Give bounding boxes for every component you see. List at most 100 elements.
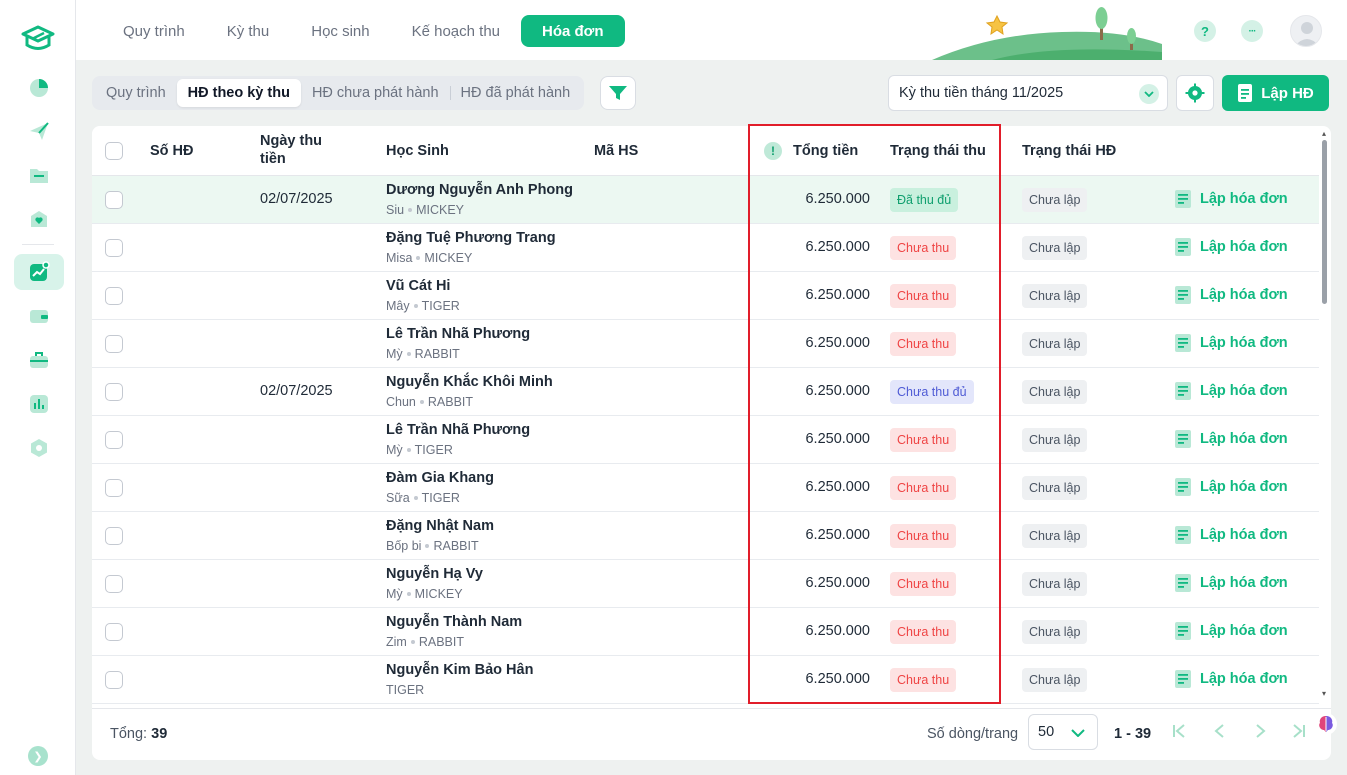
filter-button[interactable] <box>600 76 636 110</box>
sidebar-item-briefcase[interactable] <box>14 342 64 378</box>
row-checkbox[interactable] <box>105 527 123 545</box>
period-select-value: Kỳ thu tiền tháng 11/2025 <box>899 85 1064 101</box>
table-footer: Tổng: 39 Số dòng/trang 50 1 - 39 <box>92 708 1331 760</box>
help-icon[interactable]: ? <box>1194 20 1216 42</box>
create-invoice-link[interactable]: Lập hóa đơn <box>1174 381 1288 401</box>
subtab-quy-trinh[interactable]: Quy trình <box>95 79 177 107</box>
app-logo-icon[interactable] <box>20 24 56 56</box>
rows-per-page-select[interactable]: 50 <box>1028 714 1098 750</box>
scrollbar-thumb[interactable] <box>1322 140 1327 304</box>
period-select[interactable]: Kỳ thu tiền tháng 11/2025 <box>888 75 1168 111</box>
student-name[interactable]: Đặng Nhật Nam <box>386 518 494 534</box>
settings-button[interactable] <box>1176 75 1214 111</box>
table-row[interactable]: Nguyễn Hạ Vy Mỳ MICKEY 6.250.000 Chưa thu… <box>92 560 1319 608</box>
last-page-button[interactable] <box>1290 723 1308 743</box>
create-invoice-link[interactable]: Lập hóa đơn <box>1174 573 1288 593</box>
row-checkbox[interactable] <box>105 335 123 353</box>
invoice-status-badge: Chưa lập <box>1022 620 1088 644</box>
sidebar-item-wallet[interactable] <box>14 298 64 334</box>
row-checkbox[interactable] <box>105 479 123 497</box>
table-row[interactable]: 02/07/2025 Nguyễn Khắc Khôi Minh Chun RAB… <box>92 368 1319 416</box>
table-row[interactable]: Đặng Tuệ Phương Trang Misa MICKEY 6.250.0… <box>92 224 1319 272</box>
student-name[interactable]: Nguyễn Hạ Vy <box>386 566 483 582</box>
warning-icon[interactable]: ! <box>764 142 782 160</box>
tab-ky-thu[interactable]: Kỳ thu <box>206 15 291 47</box>
student-meta: Mây TIGER <box>386 299 460 313</box>
create-invoice-link[interactable]: Lập hóa đơn <box>1174 189 1288 209</box>
table-row[interactable]: Nguyễn Thành Nam Zim RABBIT 6.250.000 Chư… <box>92 608 1319 656</box>
sidebar-item-dashboard[interactable] <box>14 70 64 106</box>
row-checkbox[interactable] <box>105 239 123 257</box>
row-checkbox[interactable] <box>105 671 123 689</box>
more-options-icon[interactable]: ··· <box>1241 20 1263 42</box>
prev-page-button[interactable] <box>1211 723 1229 743</box>
sidebar-item-health[interactable] <box>14 201 64 237</box>
create-invoice-link[interactable]: Lập hóa đơn <box>1174 621 1288 641</box>
student-name[interactable]: Lê Trần Nhã Phương <box>386 422 530 438</box>
tab-hoc-sinh[interactable]: Học sinh <box>290 15 390 47</box>
create-invoice-link[interactable]: Lập hóa đơn <box>1174 237 1288 257</box>
tab-ke-hoach-thu[interactable]: Kế hoạch thu <box>391 15 521 47</box>
create-invoice-link[interactable]: Lập hóa đơn <box>1174 669 1288 689</box>
row-checkbox[interactable] <box>105 431 123 449</box>
header-student: Học Sinh <box>386 143 449 159</box>
create-invoice-button[interactable]: Lập HĐ <box>1222 75 1329 111</box>
row-checkbox[interactable] <box>105 191 123 209</box>
ai-assistant-icon[interactable] <box>1314 712 1338 736</box>
tab-quy-trinh[interactable]: Quy trình <box>102 15 206 47</box>
row-checkbox[interactable] <box>105 287 123 305</box>
pay-status-badge: Chưa thu <box>890 668 957 692</box>
student-name[interactable]: Nguyễn Khắc Khôi Minh <box>386 374 553 390</box>
row-checkbox[interactable] <box>105 575 123 593</box>
create-invoice-link[interactable]: Lập hóa đơn <box>1174 525 1288 545</box>
sidebar-item-folder[interactable] <box>14 157 64 193</box>
student-class: MICKEY <box>424 251 473 265</box>
user-avatar[interactable] <box>1290 15 1322 47</box>
separator-dot-icon <box>408 207 413 212</box>
chevron-down-icon <box>1071 729 1085 737</box>
total-amount: 6.250.000 <box>805 239 870 255</box>
student-meta: Sữa TIGER <box>386 491 460 505</box>
create-invoice-link-label: Lập hóa đơn <box>1200 575 1288 591</box>
table-row[interactable]: Lê Trần Nhã Phương Mỳ TIGER 6.250.000 Chư… <box>92 416 1319 464</box>
row-checkbox[interactable] <box>105 383 123 401</box>
student-name[interactable]: Vũ Cát Hi <box>386 278 450 294</box>
sidebar-expand-button[interactable]: ❯ <box>28 746 48 766</box>
student-name[interactable]: Nguyễn Kim Bảo Hân <box>386 662 533 678</box>
student-nickname: Siu <box>386 203 405 217</box>
invoice-status-badge: Chưa lập <box>1022 284 1088 308</box>
table-row[interactable]: Đàm Gia Khang Sữa TIGER 6.250.000 Chưa th… <box>92 464 1319 512</box>
sidebar-item-reports[interactable] <box>14 386 64 422</box>
table-row[interactable]: Đặng Nhật Nam Bốp bi RABBIT 6.250.000 Chư… <box>92 512 1319 560</box>
student-name[interactable]: Dương Nguyễn Anh Phong <box>386 182 573 198</box>
table-row[interactable]: Nguyễn Kim Bảo Hân TIGER 6.250.000 Chưa … <box>92 656 1319 704</box>
table-row[interactable]: Lê Trần Nhã Phương Mỳ RABBIT 6.250.000 Ch… <box>92 320 1319 368</box>
create-invoice-link[interactable]: Lập hóa đơn <box>1174 333 1288 353</box>
subtab-hd-theo-ky-thu[interactable]: HĐ theo kỳ thu <box>176 79 301 107</box>
row-checkbox[interactable] <box>105 623 123 641</box>
separator-dot-icon <box>425 543 430 548</box>
subtab-hd-da-phat-hanh[interactable]: HĐ đã phát hành <box>449 79 582 107</box>
sidebar-item-finance[interactable] <box>14 254 64 290</box>
student-name[interactable]: Đặng Tuệ Phương Trang <box>386 230 556 246</box>
select-all-checkbox[interactable] <box>105 142 123 160</box>
first-page-button[interactable] <box>1170 723 1188 743</box>
student-name[interactable]: Lê Trần Nhã Phương <box>386 326 530 342</box>
student-name[interactable]: Đàm Gia Khang <box>386 470 494 486</box>
create-invoice-link[interactable]: Lập hóa đơn <box>1174 285 1288 305</box>
document-icon <box>1175 430 1191 448</box>
subtab-hd-chua-phat-hanh[interactable]: HĐ chưa phát hành <box>301 79 450 107</box>
table-row[interactable]: 02/07/2025 Dương Nguyễn Anh Phong Siu MIC… <box>92 176 1319 224</box>
sidebar-item-send[interactable] <box>14 113 64 149</box>
sidebar-item-settings[interactable] <box>14 430 64 466</box>
student-meta: Misa MICKEY <box>386 251 472 265</box>
student-name[interactable]: Nguyễn Thành Nam <box>386 614 522 630</box>
tab-hoa-don[interactable]: Hóa đơn <box>521 15 625 47</box>
folder-icon <box>30 169 48 183</box>
total-amount: 6.250.000 <box>805 623 870 639</box>
create-invoice-link[interactable]: Lập hóa đơn <box>1174 429 1288 449</box>
table-scrollbar[interactable]: ▴ ▾ <box>1319 126 1331 708</box>
next-page-button[interactable] <box>1251 723 1269 743</box>
create-invoice-link[interactable]: Lập hóa đơn <box>1174 477 1288 497</box>
table-row[interactable]: Vũ Cát Hi Mây TIGER 6.250.000 Chưa thu Ch… <box>92 272 1319 320</box>
